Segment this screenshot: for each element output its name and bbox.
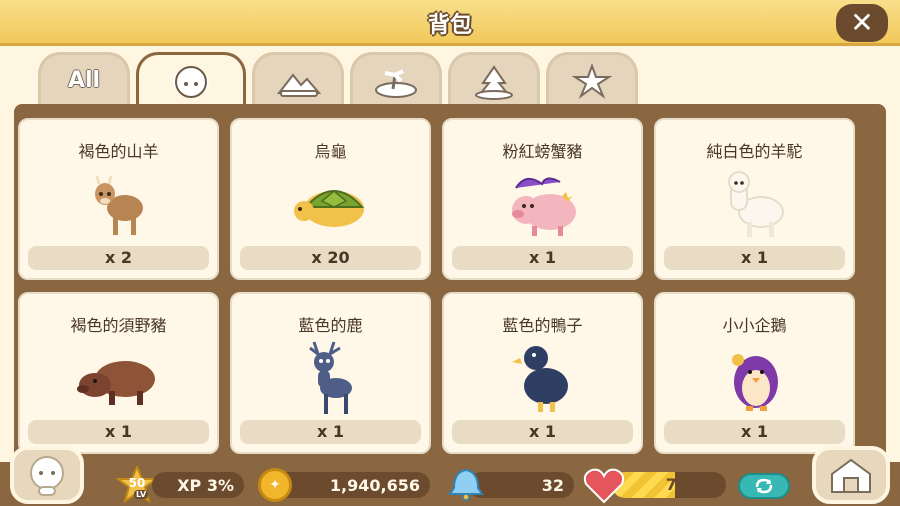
item-quantity: x 1 [28, 420, 209, 444]
refresh-button[interactable] [738, 473, 790, 499]
tab-trees[interactable] [448, 52, 540, 106]
close-icon: ✕ [850, 6, 874, 39]
inventory-grid: 褐色的山羊 x 2 烏龜 x 20 粉紅螃蟹豬 x 1 純白色的羊駝 x 1 褐… [18, 118, 870, 454]
page-title: 背包 [427, 13, 472, 38]
item-card-turtle[interactable]: 烏龜 x 20 [230, 118, 431, 280]
home-button[interactable] [812, 446, 890, 504]
pink-crab-pig-icon [511, 177, 576, 236]
item-name: 褐色的須野豬 [70, 316, 167, 335]
tab-animals[interactable] [136, 52, 246, 108]
island-icon [375, 68, 417, 98]
item-name: 褐色的山羊 [78, 142, 159, 161]
item-name: 純白色的羊駝 [706, 142, 803, 161]
blue-deer-icon [308, 341, 352, 414]
item-card-little-penguin[interactable]: 小小企鵝 x 1 [654, 292, 855, 454]
item-quantity: x 1 [240, 420, 421, 444]
white-alpaca-icon [727, 171, 784, 237]
tab-all[interactable]: All [38, 52, 130, 106]
item-card-pink-crab-pig[interactable]: 粉紅螃蟹豬 x 1 [442, 118, 643, 280]
item-card-white-alpaca[interactable]: 純白色的羊駝 x 1 [654, 118, 855, 280]
heart-icon [583, 468, 625, 504]
item-quantity: x 1 [664, 246, 845, 270]
item-quantity: x 1 [452, 246, 633, 270]
category-tabs: All [38, 52, 638, 108]
little-penguin-icon [731, 354, 778, 411]
house-icon [831, 458, 871, 493]
tree-icon [475, 64, 513, 100]
energy-value: 76/33 [665, 475, 716, 494]
coin-value: 1,940,656 [329, 475, 420, 495]
item-name: 小小企鵝 [722, 316, 787, 335]
brown-goat-icon [94, 175, 143, 235]
bell-icon [448, 468, 484, 501]
item-name: 藍色的鹿 [298, 316, 363, 335]
tab-islands[interactable] [350, 52, 442, 106]
xp-pill: XP 3% [152, 472, 244, 498]
level-value: 50 [128, 476, 146, 490]
sheep-icon [173, 65, 209, 98]
refresh-icon [755, 478, 773, 494]
close-button[interactable]: ✕ [836, 4, 888, 42]
tab-special[interactable] [546, 52, 638, 106]
item-card-blue-deer[interactable]: 藍色的鹿 x 1 [230, 292, 431, 454]
item-quantity: x 1 [452, 420, 633, 444]
item-card-brown-goat[interactable]: 褐色的山羊 x 2 [18, 118, 219, 280]
blue-duck-icon [511, 346, 568, 412]
app-window: 背包 ✕ All 褐色的山羊 x 2 烏龜 x 20 粉紅螃蟹豬 x 1 純白色… [0, 0, 900, 506]
title-bar: 背包 ✕ [0, 0, 900, 46]
item-card-brown-boar[interactable]: 褐色的須野豬 x 1 [18, 292, 219, 454]
item-name: 粉紅螃蟹豬 [502, 142, 583, 161]
avatar-button[interactable] [10, 446, 84, 504]
turtle-icon [293, 190, 364, 227]
coin-pill: 1,940,656 [272, 472, 430, 498]
level-label: LV [134, 490, 149, 499]
item-name: 烏龜 [314, 142, 347, 161]
item-quantity: x 2 [28, 246, 209, 270]
tab-all-label: All [67, 68, 101, 93]
starfish-icon [571, 62, 613, 99]
brown-boar-icon [76, 361, 155, 405]
avatar-icon [30, 456, 64, 496]
coin-icon: ✦ [258, 468, 292, 502]
bell-value: 32 [541, 475, 564, 495]
item-card-blue-duck[interactable]: 藍色的鴨子 x 1 [442, 292, 643, 454]
item-quantity: x 1 [664, 420, 845, 444]
tab-buildings[interactable] [252, 52, 344, 106]
xp-value: XP 3% [177, 475, 234, 495]
mountain-house-icon [276, 72, 322, 97]
energy-bar: 76/33 [612, 472, 726, 498]
item-quantity: x 20 [240, 246, 421, 270]
item-name: 藍色的鴨子 [502, 316, 583, 335]
